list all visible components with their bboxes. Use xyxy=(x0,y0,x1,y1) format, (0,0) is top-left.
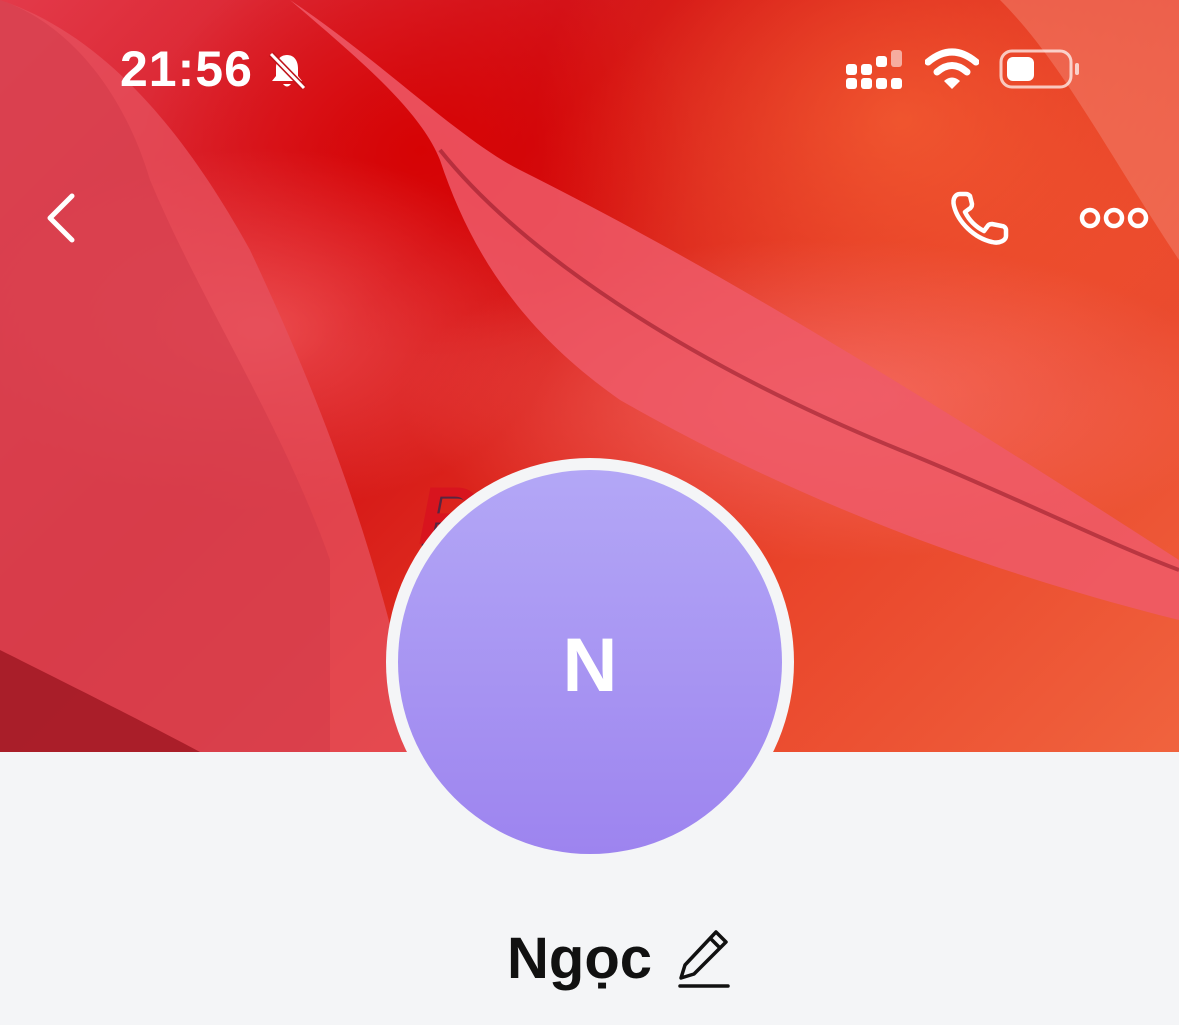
avatar-initial: N xyxy=(562,622,618,708)
more-dots-icon xyxy=(1079,207,1149,229)
phone-icon xyxy=(951,191,1009,245)
call-button[interactable] xyxy=(946,186,1016,250)
status-time: 21:56 xyxy=(120,41,253,97)
back-button[interactable] xyxy=(36,186,92,250)
more-options-button[interactable] xyxy=(1076,196,1152,240)
avatar[interactable]: N xyxy=(398,470,782,854)
pencil-icon xyxy=(678,930,730,988)
wifi-icon xyxy=(925,48,979,89)
profile-name: Ngọc xyxy=(507,925,652,991)
chevron-left-icon xyxy=(47,193,75,243)
cellular-signal-icon xyxy=(846,50,902,89)
battery-icon xyxy=(999,49,1079,89)
status-bar: 21:56 xyxy=(0,0,1179,140)
bell-slash-icon xyxy=(268,51,307,91)
edit-name-button[interactable] xyxy=(676,926,732,990)
profile-name-row: Ngọc xyxy=(0,918,1179,998)
